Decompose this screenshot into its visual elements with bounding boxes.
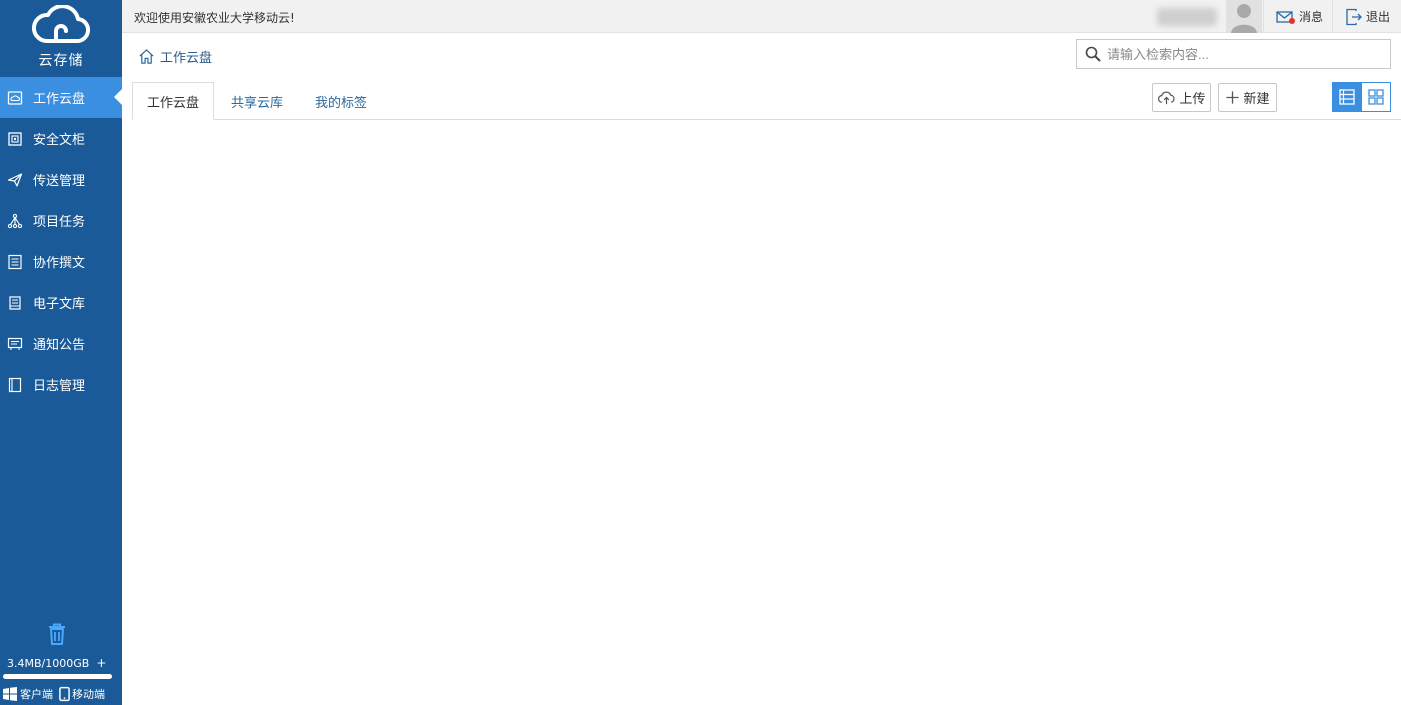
e-library-icon <box>6 294 24 312</box>
log-book-icon <box>6 376 24 394</box>
cloud-upload-icon <box>1158 91 1176 105</box>
cloud-logo-icon <box>32 5 90 44</box>
sidebar-item-safe-cabinet[interactable]: 安全文柜 <box>0 118 122 159</box>
storage-quota-text: 3.4MB/1000GB <box>7 656 90 670</box>
logout-label: 退出 <box>1366 10 1391 24</box>
sidebar-item-label: 项目任务 <box>33 215 86 230</box>
logo: 云存储 <box>0 0 122 77</box>
storage-quota-bar <box>3 674 112 679</box>
logout-icon <box>1346 8 1362 25</box>
mobile-client-label: 移动端 <box>72 688 105 701</box>
upload-button[interactable]: 上传 <box>1152 83 1211 112</box>
sidebar-nav: 工作云盘 安全文柜 传送管理 项目任务 协作撰文 电子文库 通知公告 日志管理 <box>0 77 122 405</box>
grid-view-icon <box>1368 89 1384 105</box>
top-bar: 欢迎使用安徽农业大学移动云! 消息 退出 <box>122 0 1401 33</box>
logout-button[interactable]: 退出 <box>1332 0 1401 33</box>
notice-board-icon <box>6 335 24 353</box>
tab-shared-library[interactable]: 共享云库 <box>216 82 298 120</box>
list-view-icon <box>1339 89 1355 105</box>
desktop-client-label: 客户端 <box>20 688 53 701</box>
sidebar: 云存储 工作云盘 安全文柜 传送管理 项目任务 协作撰文 电子文库 通知公告 日… <box>0 0 122 705</box>
mobile-client-link[interactable]: 移动端 <box>59 686 105 702</box>
desktop-client-link[interactable]: 客户端 <box>2 686 53 702</box>
sidebar-item-work-drive[interactable]: 工作云盘 <box>0 77 122 118</box>
file-list-area <box>122 120 1401 705</box>
messages-button[interactable]: 消息 <box>1263 0 1333 33</box>
tab-label: 共享云库 <box>230 95 283 111</box>
tab-label: 我的标签 <box>314 95 367 111</box>
sidebar-item-label: 电子文库 <box>33 297 86 312</box>
new-label: 新建 <box>1243 92 1270 107</box>
plus-icon <box>1226 91 1240 104</box>
sidebar-item-collab-writing[interactable]: 协作撰文 <box>0 241 122 282</box>
sidebar-item-label: 日志管理 <box>33 379 86 394</box>
sidebar-item-label: 工作云盘 <box>33 92 86 107</box>
collab-doc-icon <box>6 253 24 271</box>
sidebar-item-transfer[interactable]: 传送管理 <box>0 159 122 200</box>
trash-icon[interactable] <box>46 622 68 646</box>
search-input[interactable] <box>1107 41 1377 67</box>
avatar[interactable] <box>1226 0 1262 33</box>
sidebar-item-project-tasks[interactable]: 项目任务 <box>0 200 122 241</box>
paper-plane-icon <box>6 171 24 189</box>
mail-icon <box>1276 10 1295 24</box>
upload-label: 上传 <box>1179 92 1206 107</box>
client-downloads: 客户端 移动端 <box>2 686 111 702</box>
sidebar-item-label: 协作撰文 <box>33 256 86 271</box>
welcome-message: 欢迎使用安徽农业大学移动云! <box>134 11 295 25</box>
sidebar-item-e-library[interactable]: 电子文库 <box>0 282 122 323</box>
cloud-drive-icon <box>6 89 24 107</box>
sidebar-item-label: 安全文柜 <box>33 133 86 148</box>
breadcrumb-label: 工作云盘 <box>160 51 213 66</box>
tab-label: 工作云盘 <box>146 95 199 111</box>
grid-view-button[interactable] <box>1361 82 1391 112</box>
sidebar-item-label: 通知公告 <box>33 338 86 353</box>
storage-quota: 3.4MB/1000GB + <box>7 656 117 670</box>
user-avatar-icon <box>1226 0 1262 33</box>
new-button[interactable]: 新建 <box>1218 83 1277 112</box>
user-name <box>1157 8 1217 26</box>
list-view-button[interactable] <box>1332 82 1362 112</box>
tab-my-tags[interactable]: 我的标签 <box>300 82 382 120</box>
mobile-phone-icon <box>59 686 70 702</box>
search-box <box>1076 39 1391 69</box>
sidebar-item-logs[interactable]: 日志管理 <box>0 364 122 405</box>
search-icon[interactable] <box>1085 46 1101 62</box>
messages-label: 消息 <box>1299 10 1324 24</box>
sidebar-item-label: 传送管理 <box>33 174 86 189</box>
expand-quota-button[interactable]: + <box>96 656 106 670</box>
logo-text: 云存储 <box>38 53 84 69</box>
breadcrumb[interactable]: 工作云盘 <box>138 47 212 66</box>
tab-work-drive[interactable]: 工作云盘 <box>132 82 214 120</box>
windows-icon <box>3 687 17 701</box>
sidebar-item-notices[interactable]: 通知公告 <box>0 323 122 364</box>
project-tree-icon <box>6 212 24 230</box>
safe-cabinet-icon <box>6 130 24 148</box>
home-icon <box>139 49 154 64</box>
